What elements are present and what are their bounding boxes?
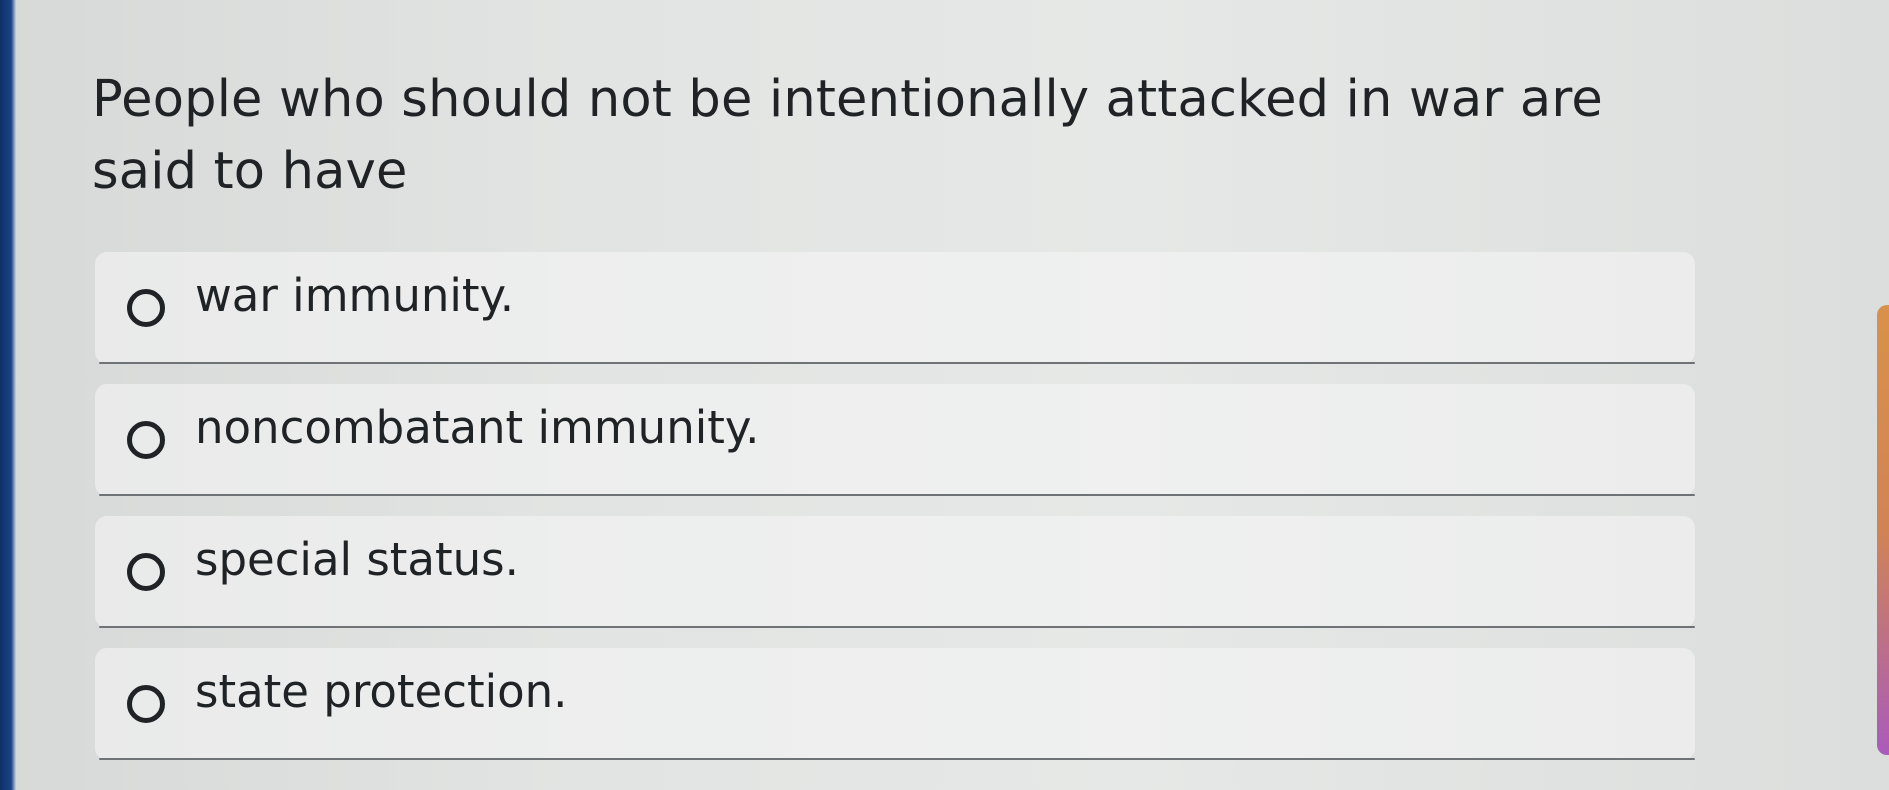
answer-option-label: special status. bbox=[195, 533, 519, 586]
left-edge bbox=[0, 0, 16, 790]
radio-button-icon[interactable] bbox=[127, 289, 165, 327]
question-text: People who should not be intentionally a… bbox=[92, 70, 1603, 201]
answer-option-state-protection[interactable]: state protection. bbox=[95, 648, 1695, 760]
answer-option-war-immunity[interactable]: war immunity. bbox=[95, 252, 1695, 364]
radio-button-icon[interactable] bbox=[127, 553, 165, 591]
answer-options: war immunity. noncombatant immunity. spe… bbox=[95, 252, 1695, 780]
answer-option-label: war immunity. bbox=[195, 269, 515, 322]
radio-button-icon[interactable] bbox=[127, 421, 165, 459]
radio-button-icon[interactable] bbox=[127, 685, 165, 723]
right-edge-bar bbox=[1877, 305, 1889, 755]
answer-option-label: state protection. bbox=[195, 665, 568, 718]
answer-option-label: noncombatant immunity. bbox=[195, 401, 760, 454]
answer-option-special-status[interactable]: special status. bbox=[95, 516, 1695, 628]
answer-option-noncombatant-immunity[interactable]: noncombatant immunity. bbox=[95, 384, 1695, 496]
